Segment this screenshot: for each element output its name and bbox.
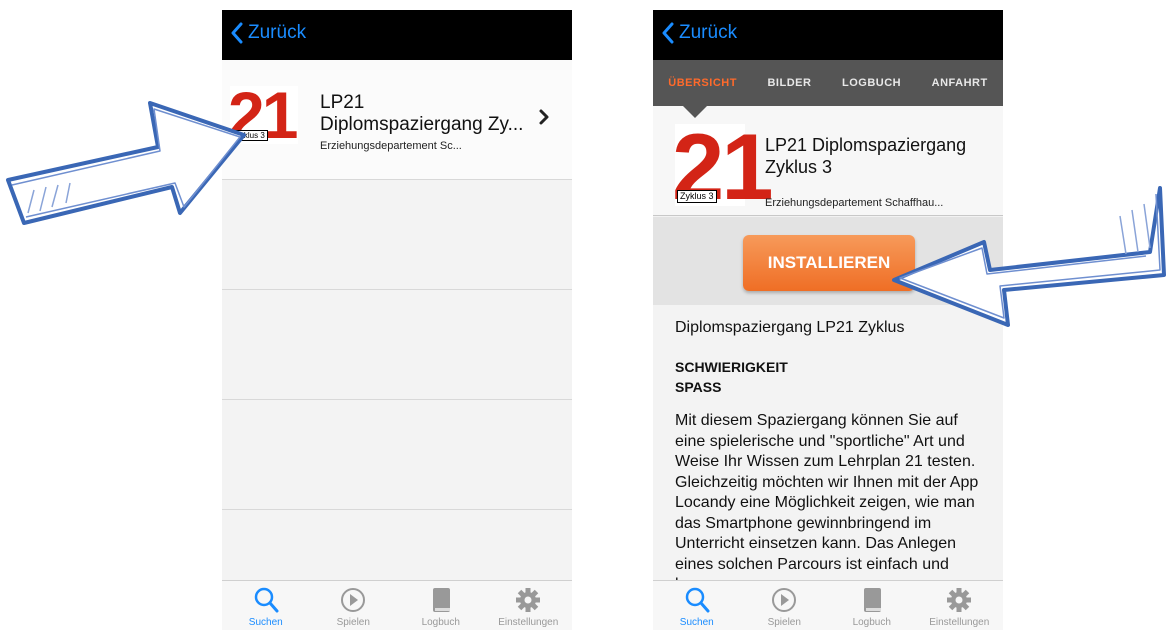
tab-label: Suchen xyxy=(679,617,714,628)
tab-label: Logbuch xyxy=(421,617,460,628)
tab-label: Spielen xyxy=(767,617,801,628)
tab-einstellungen[interactable]: Einstellungen xyxy=(916,581,1004,630)
list-item-empty xyxy=(222,180,572,290)
list-item-lp21[interactable]: 21 Zyklus 3 LP21 Diplomspaziergang Zy...… xyxy=(222,70,572,180)
tab-suchen[interactable]: Suchen xyxy=(653,581,741,630)
tab-logbuch[interactable]: Logbuch xyxy=(828,581,916,630)
tab-bilder[interactable]: BILDER xyxy=(767,77,811,89)
chevron-left-icon xyxy=(662,22,674,44)
app-logo: 21 Zyklus 3 xyxy=(672,120,774,214)
segment-indicator xyxy=(683,106,707,118)
tab-label: Einstellungen xyxy=(498,617,559,628)
tab-uebersicht[interactable]: ÜBERSICHT xyxy=(668,77,737,89)
tab-spielen[interactable]: Spielen xyxy=(741,581,829,630)
app-title-line2: Zyklus 3 xyxy=(765,157,833,177)
tab-anfahrt[interactable]: ANFAHRT xyxy=(932,77,988,89)
back-label: Zurück xyxy=(248,22,307,43)
pointer-arrow-left-icon xyxy=(6,101,246,225)
app-title-line1: LP21 Diplomspaziergang xyxy=(765,135,967,155)
back-button[interactable]: Zurück xyxy=(230,22,306,44)
back-button[interactable]: Zurück xyxy=(661,22,737,44)
list-item-title-line2: Diplomspaziergang Zy... xyxy=(320,114,524,135)
search-icon xyxy=(254,587,279,613)
tab-logbuch[interactable]: Logbuch xyxy=(397,581,485,630)
tab-suchen[interactable]: Suchen xyxy=(222,581,310,630)
back-label: Zurück xyxy=(679,22,738,43)
segment-bar: ÜBERSICHT BILDER LOGBUCH ANFAHRT xyxy=(653,60,1003,106)
book-icon xyxy=(432,588,450,612)
tab-spielen[interactable]: Spielen xyxy=(310,581,398,630)
phone-search-screen: Zurück 21 Zyklus 3 LP21 Diplomspaziergan… xyxy=(222,10,572,630)
logo-badge: Zyklus 3 xyxy=(677,190,717,203)
play-icon xyxy=(341,588,366,612)
chevron-left-icon xyxy=(231,22,243,44)
gear-icon xyxy=(516,588,541,612)
gear-icon xyxy=(947,588,972,612)
tab-logbuch[interactable]: LOGBUCH xyxy=(842,77,901,89)
tab-label: Logbuch xyxy=(852,617,891,628)
description-section: Diplomspaziergang LP21 Zyklus SCHWIERIGK… xyxy=(653,305,1003,585)
list-item-empty xyxy=(222,400,572,510)
list-item-empty xyxy=(222,290,572,400)
pointer-arrow-right-icon xyxy=(892,186,1166,327)
tab-label: Suchen xyxy=(248,617,283,628)
difficulty-label: SCHWIERIGKEIT xyxy=(675,359,788,375)
list-item-subtitle: Erziehungsdepartement Sc... xyxy=(320,140,462,152)
list-top-spacer xyxy=(222,60,572,70)
list-item-empty xyxy=(222,510,572,580)
tab-label: Spielen xyxy=(336,617,370,628)
navigation-bar: Zurück xyxy=(222,10,572,60)
tab-bar: Suchen Spielen Logbuch Einstellungen xyxy=(222,580,572,630)
list-item-title-line1: LP21 xyxy=(320,92,365,113)
tab-einstellungen[interactable]: Einstellungen xyxy=(485,581,573,630)
description-body: Mit diesem Spaziergang können Sie auf ei… xyxy=(675,412,979,585)
fun-label: SPASS xyxy=(675,379,722,395)
tab-bar: Suchen Spielen Logbuch Einstellungen xyxy=(653,580,1003,630)
chevron-right-icon xyxy=(539,109,549,125)
search-icon xyxy=(685,587,710,613)
book-icon xyxy=(863,588,881,612)
navigation-bar: Zurück xyxy=(653,10,1003,60)
tab-label: Einstellungen xyxy=(929,617,990,628)
play-icon xyxy=(772,588,797,612)
